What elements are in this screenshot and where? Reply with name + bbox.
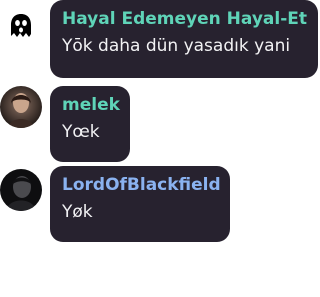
message-text: Yōk daha dün yasadık yani bbox=[62, 36, 291, 56]
message-bubble: LordOfBlackfield Yøk bbox=[50, 166, 230, 242]
author-name[interactable]: melek bbox=[62, 94, 120, 116]
author-name[interactable]: Hayal Edemeyen Hayal-Et bbox=[62, 8, 307, 30]
ghost-icon[interactable] bbox=[8, 12, 34, 40]
message-bubble: Hayal Edemeyen Hayal-Et Yōk daha dün yas… bbox=[50, 0, 318, 78]
avatar[interactable] bbox=[0, 169, 42, 211]
message-bubble: melek Yœk bbox=[50, 86, 130, 162]
avatar[interactable] bbox=[0, 86, 42, 128]
message-text: Yœk bbox=[62, 122, 100, 142]
message-text: Yøk bbox=[62, 202, 93, 222]
author-name[interactable]: LordOfBlackfield bbox=[62, 174, 221, 196]
